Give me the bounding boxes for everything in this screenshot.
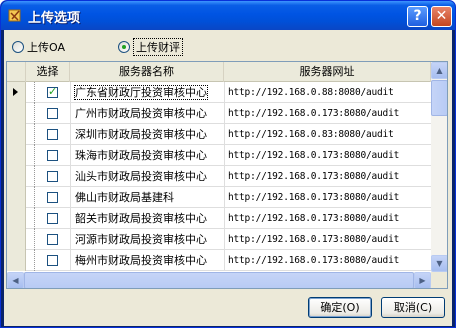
row-header[interactable] <box>7 124 26 145</box>
radio-label: 上传财评 <box>133 38 183 56</box>
row-header[interactable] <box>7 250 26 271</box>
scroll-up-icon[interactable]: ▲ <box>431 62 447 79</box>
server-url-cell[interactable]: http://192.168.0.83:8080/audit <box>224 124 431 145</box>
row-header[interactable] <box>7 82 26 103</box>
select-checkbox[interactable] <box>47 108 58 119</box>
help-button[interactable]: ? <box>407 6 428 27</box>
select-checkbox[interactable] <box>47 150 58 161</box>
table-row[interactable]: 深圳市财政局投资审核中心 http://192.168.0.83:8080/au… <box>7 124 431 145</box>
current-row-pointer-icon <box>13 88 18 96</box>
tree-line <box>34 250 35 271</box>
radio-upload-caiping[interactable]: 上传财评 <box>118 38 183 56</box>
grid-header: 选择 服务器名称 服务器网址 <box>7 62 431 82</box>
vertical-scroll-thumb[interactable] <box>431 80 447 116</box>
tree-line <box>34 229 35 250</box>
server-name: 韶关市财政局投资审核中心 <box>75 212 207 225</box>
scroll-left-icon[interactable]: ◀ <box>7 272 24 288</box>
server-name-cell[interactable]: 韶关市财政局投资审核中心 <box>70 208 224 229</box>
table-row[interactable]: 韶关市财政局投资审核中心 http://192.168.0.173:8080/a… <box>7 208 431 229</box>
tree-line <box>34 208 35 229</box>
server-name-cell[interactable]: 深圳市财政局投资审核中心 <box>70 124 224 145</box>
table-row[interactable]: 梅州市财政局投资审核中心 http://192.168.0.173:8080/a… <box>7 250 431 271</box>
table-row[interactable]: 广东省财政厅投资审核中心 http://192.168.0.88:8080/au… <box>7 82 431 103</box>
server-name-cell[interactable]: 梅州市财政局投资审核中心 <box>70 250 224 271</box>
vertical-scrollbar[interactable]: ▲ ▼ <box>431 62 447 272</box>
header-select[interactable]: 选择 <box>26 62 70 82</box>
app-icon <box>8 9 21 22</box>
radio-label: 上传OA <box>27 41 65 54</box>
row-header[interactable] <box>7 229 26 250</box>
row-header[interactable] <box>7 208 26 229</box>
upload-options-dialog: 上传选项 ? ✕ 上传OA 上传财评 选择 服务器名称 服务器网址 ✓ 广东省财… <box>0 0 456 328</box>
row-header-corner <box>7 62 26 82</box>
select-checkbox[interactable] <box>47 192 58 203</box>
radio-upload-oa[interactable]: 上传OA <box>12 39 65 55</box>
ok-button[interactable]: 确定(O) <box>308 297 372 318</box>
server-grid: 选择 服务器名称 服务器网址 广东省财政厅投资审核中心 http://192.1… <box>6 61 448 289</box>
radio-indicator[interactable] <box>12 41 24 53</box>
cancel-button[interactable]: 取消(C) <box>381 297 445 318</box>
row-header[interactable] <box>7 145 26 166</box>
server-name-cell[interactable]: 汕头市财政局投资审核中心 <box>70 166 224 187</box>
header-server-name[interactable]: 服务器名称 <box>70 62 224 82</box>
server-url-cell[interactable]: http://192.168.0.173:8080/audit <box>224 145 431 166</box>
select-checkbox[interactable] <box>47 234 58 245</box>
server-name-cell[interactable]: 广东省财政厅投资审核中心 <box>70 82 224 103</box>
tree-line <box>34 103 35 124</box>
dialog-body: 上传OA 上传财评 选择 服务器名称 服务器网址 广东省财政厅投资审核中心 ht… <box>4 30 452 326</box>
scroll-down-icon[interactable]: ▼ <box>431 255 447 272</box>
tree-line <box>34 82 35 103</box>
radio-indicator[interactable] <box>118 41 130 53</box>
header-server-url[interactable]: 服务器网址 <box>224 62 431 82</box>
server-name-cell[interactable]: 河源市财政局投资审核中心 <box>70 229 224 250</box>
server-url-cell[interactable]: http://192.168.0.173:8080/audit <box>224 229 431 250</box>
scrollbar-corner <box>431 272 447 288</box>
tree-line <box>34 166 35 187</box>
row-header[interactable] <box>7 187 26 208</box>
server-name-cell[interactable]: 珠海市财政局投资审核中心 <box>70 145 224 166</box>
server-name: 广州市财政局投资审核中心 <box>75 107 207 120</box>
select-checkbox[interactable] <box>47 171 58 182</box>
server-name: 广东省财政厅投资审核中心 <box>74 85 208 100</box>
server-name: 梅州市财政局投资审核中心 <box>75 254 207 267</box>
table-row[interactable]: 珠海市财政局投资审核中心 http://192.168.0.173:8080/a… <box>7 145 431 166</box>
horizontal-scrollbar[interactable]: ◀ ▶ <box>7 272 431 288</box>
table-row[interactable]: 佛山市财政局基建科 http://192.168.0.173:8080/audi… <box>7 187 431 208</box>
server-url-cell[interactable]: http://192.168.0.88:8080/audit <box>224 82 431 103</box>
server-name: 佛山市财政局基建科 <box>75 191 174 204</box>
horizontal-scroll-thumb[interactable] <box>24 272 414 288</box>
server-url-cell[interactable]: http://192.168.0.173:8080/audit <box>224 250 431 271</box>
server-name-cell[interactable]: 广州市财政局投资审核中心 <box>70 103 224 124</box>
select-checkbox[interactable] <box>47 255 58 266</box>
table-row[interactable]: 河源市财政局投资审核中心 http://192.168.0.173:8080/a… <box>7 229 431 250</box>
server-name-cell[interactable]: 佛山市财政局基建科 <box>70 187 224 208</box>
server-url-cell[interactable]: http://192.168.0.173:8080/audit <box>224 208 431 229</box>
upload-target-group: 上传OA 上传财评 <box>12 38 412 56</box>
select-checkbox[interactable] <box>47 213 58 224</box>
tree-line <box>34 124 35 145</box>
scroll-right-icon[interactable]: ▶ <box>414 272 431 288</box>
server-name: 河源市财政局投资审核中心 <box>75 233 207 246</box>
title-bar[interactable]: 上传选项 ? ✕ <box>1 1 455 30</box>
select-checkbox[interactable] <box>47 85 58 98</box>
table-row[interactable]: 广州市财政局投资审核中心 http://192.168.0.173:8080/a… <box>7 103 431 124</box>
select-checkbox[interactable] <box>47 129 58 140</box>
server-name: 汕头市财政局投资审核中心 <box>75 170 207 183</box>
table-row[interactable]: 汕头市财政局投资审核中心 http://192.168.0.173:8080/a… <box>7 166 431 187</box>
tree-line <box>34 145 35 166</box>
tree-line <box>34 187 35 208</box>
row-header[interactable] <box>7 166 26 187</box>
server-name: 深圳市财政局投资审核中心 <box>75 128 207 141</box>
server-name: 珠海市财政局投资审核中心 <box>75 149 207 162</box>
server-url-cell[interactable]: http://192.168.0.173:8080/audit <box>224 187 431 208</box>
row-header[interactable] <box>7 103 26 124</box>
window-title: 上传选项 <box>28 11 81 26</box>
close-button[interactable]: ✕ <box>431 6 452 27</box>
server-url-cell[interactable]: http://192.168.0.173:8080/audit <box>224 103 431 124</box>
server-url-cell[interactable]: http://192.168.0.173:8080/audit <box>224 166 431 187</box>
